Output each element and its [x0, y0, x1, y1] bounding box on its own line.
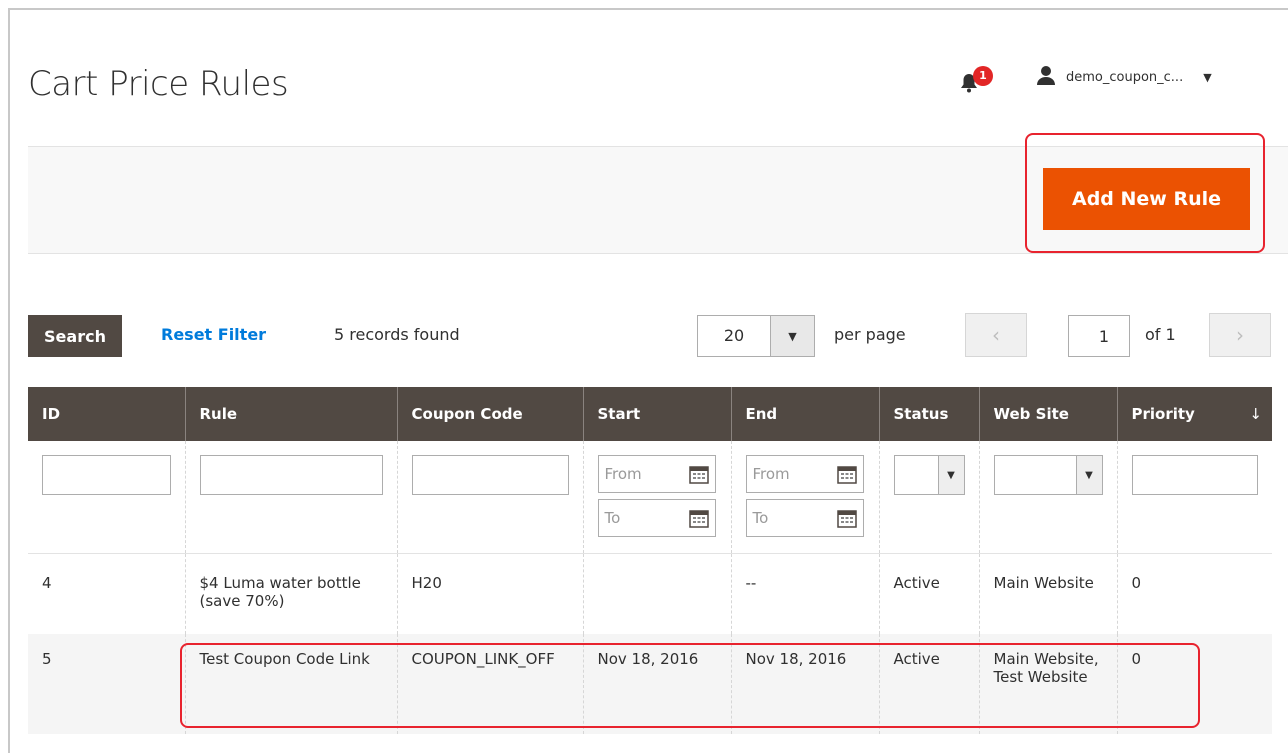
cell-rule: $4 Luma water bottle (save 70%)	[184, 553, 397, 634]
username: demo_coupon_c...	[1066, 69, 1184, 85]
filter-row: From To From To ▼ ▼	[28, 441, 1272, 554]
column-header-rule[interactable]: Rule	[184, 387, 397, 441]
cell-priority: 0	[1116, 633, 1272, 734]
cell-status: Active	[878, 553, 979, 634]
column-header-coupon-code[interactable]: Coupon Code	[396, 387, 583, 441]
cell-end: --	[730, 553, 879, 634]
previous-page-button[interactable]: ‹	[965, 313, 1027, 357]
filter-start-to[interactable]: To	[597, 499, 716, 537]
date-from-placeholder: From	[752, 465, 790, 483]
cell-priority: 0	[1116, 553, 1272, 634]
cell-start: Nov 18, 2016	[582, 633, 731, 734]
cell-end: Nov 18, 2016	[730, 633, 879, 734]
filter-id-input[interactable]	[42, 455, 171, 495]
calendar-icon[interactable]	[688, 508, 709, 528]
user-menu[interactable]: demo_coupon_c... ▼	[1036, 66, 1212, 88]
records-found: 5 records found	[334, 325, 460, 344]
per-page-label: per page	[834, 325, 906, 344]
select-value	[895, 456, 938, 494]
notification-count-badge: 1	[973, 66, 993, 86]
rules-grid: ID Rule Coupon Code Start End Status Web…	[28, 387, 1272, 734]
filter-website-select[interactable]: ▼	[993, 455, 1103, 495]
filter-rule-input[interactable]	[199, 455, 383, 495]
chevron-down-icon[interactable]: ▼	[770, 316, 814, 356]
filter-end-to[interactable]: To	[745, 499, 864, 537]
chevron-down-icon: ▼	[1203, 70, 1212, 84]
cell-coupon-code: H20	[396, 553, 583, 634]
date-to-placeholder: To	[604, 509, 621, 527]
filter-coupon-code-input[interactable]	[411, 455, 569, 495]
chevron-down-icon: ▼	[1075, 456, 1102, 494]
calendar-icon[interactable]	[688, 464, 709, 484]
filter-status-select[interactable]: ▼	[893, 455, 965, 495]
column-header-start[interactable]: Start	[582, 387, 731, 441]
column-header-priority[interactable]: Priority ↓	[1116, 387, 1272, 441]
cell-status: Active	[878, 633, 979, 734]
column-header-end[interactable]: End	[730, 387, 879, 441]
user-icon	[1036, 65, 1056, 89]
sort-arrow-icon: ↓	[1249, 405, 1262, 423]
notifications-button[interactable]: 1	[952, 66, 993, 96]
page-number-input[interactable]	[1068, 315, 1130, 357]
filter-priority-input[interactable]	[1131, 455, 1258, 495]
select-value	[995, 456, 1076, 494]
chevron-right-icon: ›	[1236, 323, 1244, 347]
column-header-web-site[interactable]: Web Site	[978, 387, 1117, 441]
calendar-icon[interactable]	[836, 508, 857, 528]
cell-coupon-code: COUPON_LINK_OFF	[396, 633, 583, 734]
page-title: Cart Price Rules	[28, 64, 289, 104]
cell-website: Main Website, Test Website	[978, 633, 1117, 734]
calendar-icon[interactable]	[836, 464, 857, 484]
per-page-value: 20	[723, 326, 745, 345]
per-page-select[interactable]: 20 ▼	[697, 315, 815, 357]
cell-rule: Test Coupon Code Link	[184, 633, 397, 734]
cell-start	[582, 553, 731, 634]
add-new-rule-button[interactable]: Add New Rule	[1043, 168, 1250, 230]
cell-id: 4	[28, 553, 185, 634]
filter-end-from[interactable]: From	[745, 455, 864, 493]
filter-start-from[interactable]: From	[597, 455, 716, 493]
date-from-placeholder: From	[604, 465, 642, 483]
column-header-status[interactable]: Status	[878, 387, 979, 441]
date-to-placeholder: To	[752, 509, 769, 527]
reset-filter-link[interactable]: Reset Filter	[161, 325, 266, 344]
total-pages: of 1	[1145, 325, 1176, 344]
search-button[interactable]: Search	[28, 315, 122, 357]
cell-website: Main Website	[978, 553, 1117, 634]
column-header-priority-label: Priority	[1131, 405, 1195, 423]
chevron-down-icon: ▼	[937, 456, 964, 494]
cell-id: 5	[28, 633, 185, 734]
table-row[interactable]: 4 $4 Luma water bottle (save 70%) H20 --…	[28, 553, 1272, 634]
table-row[interactable]: 5 Test Coupon Code Link COUPON_LINK_OFF …	[28, 633, 1272, 734]
column-header-id[interactable]: ID	[28, 387, 185, 441]
chevron-left-icon: ‹	[992, 323, 1000, 347]
next-page-button[interactable]: ›	[1209, 313, 1271, 357]
